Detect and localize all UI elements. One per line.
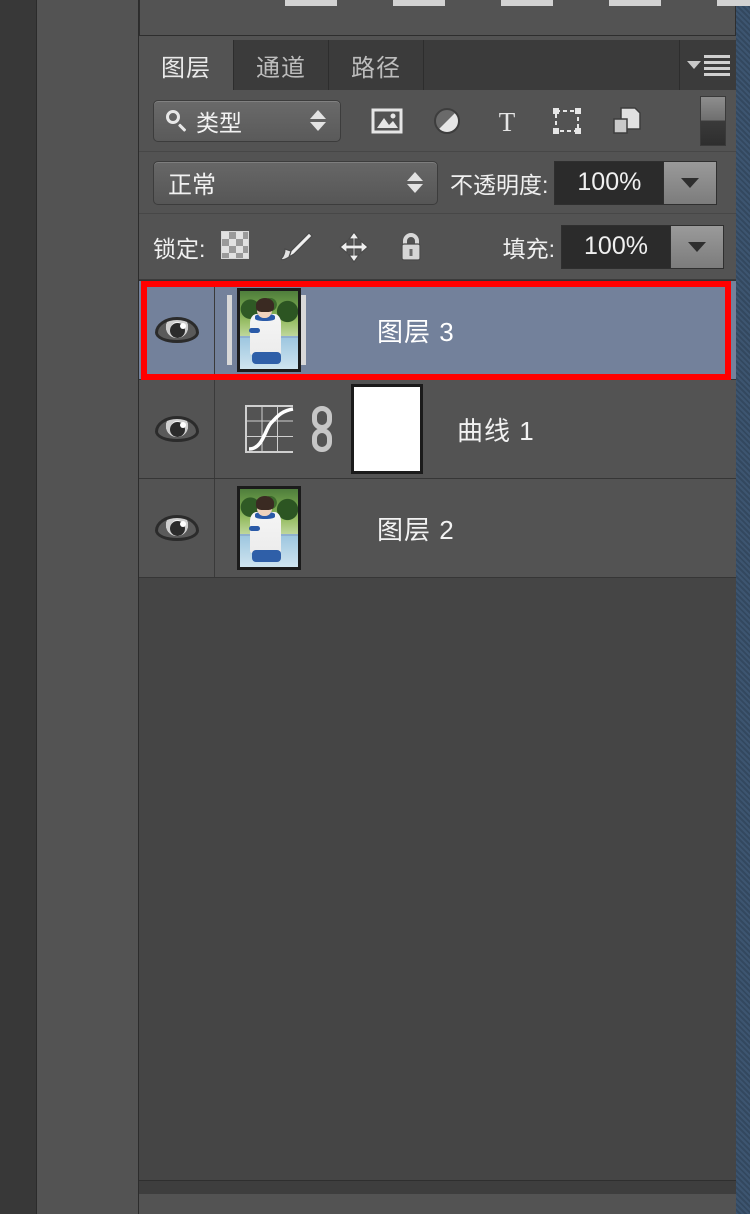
above-panel-bars <box>285 0 750 6</box>
delete-layer-button[interactable] <box>653 1200 693 1214</box>
lock-transparent-pixels-icon[interactable] <box>221 230 253 263</box>
layer-list: 图层 3 曲线 1 图层 2 <box>139 280 736 1181</box>
desktop-wallpaper-strip <box>736 0 750 1214</box>
table-row[interactable]: 曲线 1 <box>139 380 736 479</box>
tab-strip-filler <box>424 40 680 90</box>
adjustment-layer-filter-icon[interactable] <box>431 105 463 137</box>
panel-tab-strip: 图层 通道 路径 <box>139 40 736 90</box>
eye-icon <box>154 416 199 442</box>
blend-mode-row: 正常 不透明度: 100% <box>139 152 736 214</box>
filter-enable-toggle[interactable] <box>700 95 726 146</box>
layer-thumbnail-cell[interactable] <box>215 486 343 570</box>
tab-layers[interactable]: 图层 <box>139 40 234 90</box>
chevron-down-icon <box>688 241 706 252</box>
layer-name[interactable]: 图层 2 <box>377 510 455 547</box>
lock-image-pixels-icon[interactable] <box>279 231 314 263</box>
opacity-field[interactable]: 100% <box>554 160 718 205</box>
tab-paths-label: 路径 <box>351 54 401 82</box>
above-bar <box>717 0 750 6</box>
svg-text:T: T <box>499 107 516 137</box>
shape-layer-filter-icon[interactable] <box>551 105 583 137</box>
tab-layers-label: 图层 <box>161 54 211 82</box>
layers-panel-bottom-toolbar: fx <box>139 1194 736 1214</box>
panel-bottom-divider <box>139 1180 736 1194</box>
hamburger-icon <box>703 54 730 76</box>
updown-arrows-icon <box>407 172 423 193</box>
opacity-dropdown-button[interactable] <box>663 161 717 204</box>
fill-field[interactable]: 100% <box>561 224 724 269</box>
layer-filter-row: 类型 T <box>139 90 736 152</box>
filter-type-icons: T <box>371 105 643 137</box>
thumbnail-bracket-left <box>227 295 232 365</box>
panel-above-remnant <box>139 0 750 36</box>
fill-dropdown-button[interactable] <box>670 225 723 268</box>
new-layer-button[interactable] <box>574 1200 614 1214</box>
panel-menu-button[interactable] <box>680 40 736 90</box>
layer-visibility-toggle[interactable] <box>139 281 215 379</box>
tab-channels[interactable]: 通道 <box>234 40 329 90</box>
add-layer-mask-button[interactable] <box>339 1200 379 1214</box>
smart-object-filter-icon[interactable] <box>611 105 643 137</box>
blend-mode-value: 正常 <box>168 172 216 199</box>
above-bar <box>393 0 445 6</box>
layer-list-empty-area[interactable] <box>139 578 736 1181</box>
photo-girl-thumbnail <box>237 486 301 570</box>
chevron-down-icon <box>686 61 701 69</box>
layer-visibility-toggle[interactable] <box>139 479 215 577</box>
layers-panel: 图层 通道 路径 类型 T 正常 不透明度: 100% 锁定: 填充: 100%… <box>139 0 750 1214</box>
adjustment-layer-cell[interactable] <box>215 384 423 474</box>
table-row[interactable]: 图层 2 <box>139 479 736 578</box>
lock-position-icon[interactable] <box>337 230 370 263</box>
pixel-layer-filter-icon[interactable] <box>371 105 403 137</box>
eye-icon <box>154 317 199 343</box>
eye-icon <box>154 515 199 541</box>
fill-label: 填充: <box>502 235 555 262</box>
mask-link-icon[interactable] <box>309 406 335 452</box>
opacity-value[interactable]: 100% <box>555 161 664 204</box>
layer-style-fx-button[interactable]: fx <box>261 1200 301 1214</box>
photo-girl-thumbnail <box>237 288 301 372</box>
lock-label: 锁定: <box>153 235 206 262</box>
fill-value[interactable]: 100% <box>562 225 670 268</box>
new-adjustment-layer-button[interactable] <box>417 1200 457 1214</box>
layer-name[interactable]: 曲线 1 <box>457 411 535 448</box>
above-bar <box>501 0 553 6</box>
tab-channels-label: 通道 <box>256 54 306 82</box>
left-gutter <box>0 0 37 1214</box>
search-icon <box>166 109 188 132</box>
lock-buttons <box>221 230 427 263</box>
blend-mode-dropdown[interactable]: 正常 <box>153 160 438 205</box>
lock-all-icon[interactable] <box>395 231 427 263</box>
thumbnail-bracket-right <box>301 295 306 365</box>
white-layer-mask[interactable] <box>351 384 423 474</box>
layer-visibility-toggle[interactable] <box>139 380 215 478</box>
new-group-button[interactable] <box>496 1200 536 1214</box>
layer-name[interactable]: 图层 3 <box>377 312 455 349</box>
above-bar <box>285 0 337 6</box>
link-layers-button[interactable] <box>182 1200 222 1214</box>
opacity-label: 不透明度: <box>450 171 549 198</box>
filter-type-dropdown[interactable]: 类型 <box>153 99 341 142</box>
curves-icon[interactable] <box>245 405 294 453</box>
left-dock-area <box>37 0 139 1214</box>
lock-row: 锁定: 填充: 100% <box>139 214 736 280</box>
layer-thumbnail-cell[interactable] <box>215 288 343 372</box>
updown-arrows-icon <box>310 110 326 131</box>
above-bar <box>609 0 661 6</box>
table-row[interactable]: 图层 3 <box>139 281 736 380</box>
type-layer-filter-icon[interactable]: T <box>491 105 523 137</box>
tab-paths[interactable]: 路径 <box>329 40 424 90</box>
chevron-down-icon <box>681 177 700 188</box>
filter-type-label: 类型 <box>196 109 242 136</box>
